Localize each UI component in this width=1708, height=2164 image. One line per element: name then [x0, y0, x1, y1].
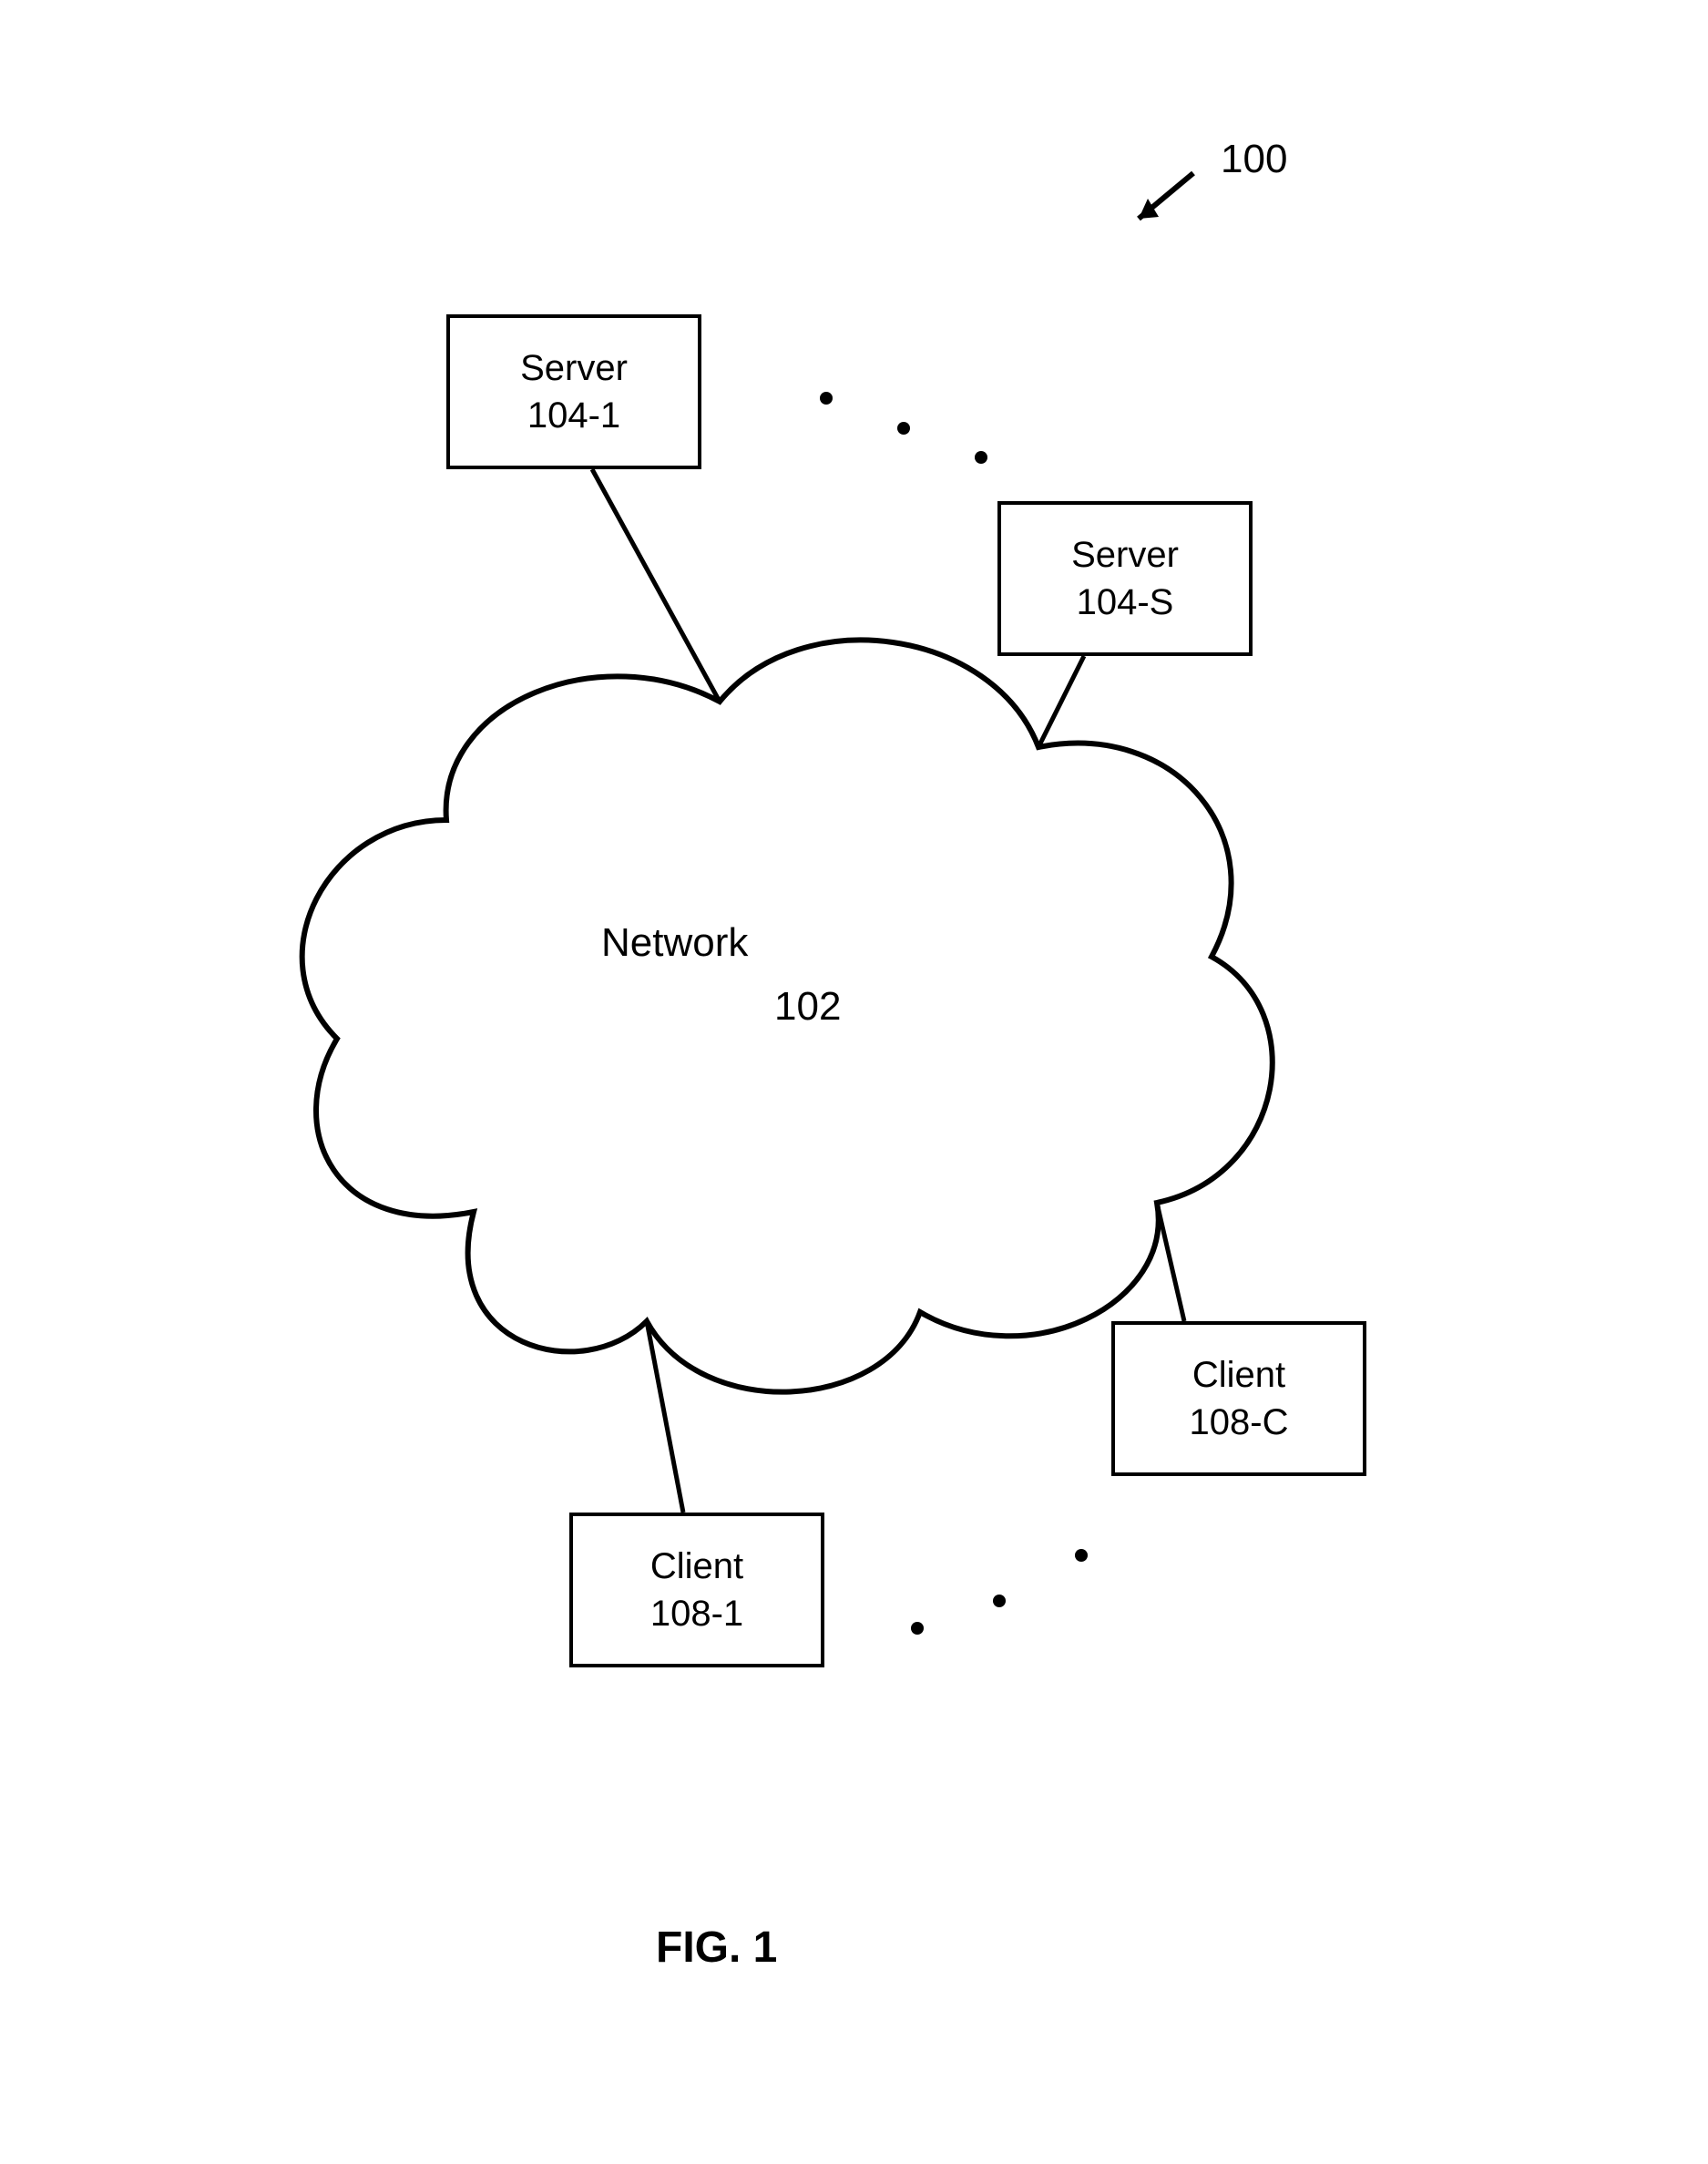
server-1-title: Server: [520, 344, 628, 392]
figure-caption: FIG. 1: [656, 1923, 777, 1973]
client-1-ref: 108-1: [650, 1590, 743, 1637]
ellipsis-dot: [975, 451, 987, 464]
ellipsis-dot: [820, 392, 833, 405]
server-s-title: Server: [1071, 531, 1179, 579]
diagram-canvas: 100 Server 104-1 Server 104-S Network 10…: [0, 0, 1708, 2164]
server-s-ref: 104-S: [1077, 579, 1174, 626]
figure-reference-number: 100: [1221, 137, 1287, 182]
client-c-box: Client 108-C: [1111, 1321, 1366, 1476]
server-1-box: Server 104-1: [446, 314, 701, 469]
server-1-ref: 104-1: [527, 392, 620, 439]
server-s-box: Server 104-S: [997, 501, 1253, 656]
client-c-ref: 108-C: [1190, 1399, 1289, 1446]
connections-layer: [0, 0, 1708, 2164]
client-c-title: Client: [1192, 1351, 1285, 1399]
ellipsis-dot: [993, 1595, 1006, 1607]
client-1-box: Client 108-1: [569, 1513, 824, 1667]
ellipsis-dot: [1075, 1549, 1088, 1562]
client-1-title: Client: [650, 1543, 743, 1590]
ellipsis-dot: [897, 422, 910, 435]
ellipsis-dot: [911, 1622, 924, 1635]
reference-arrow-icon: [1139, 173, 1193, 219]
network-title: Network: [601, 920, 748, 966]
network-ref: 102: [774, 984, 841, 1030]
